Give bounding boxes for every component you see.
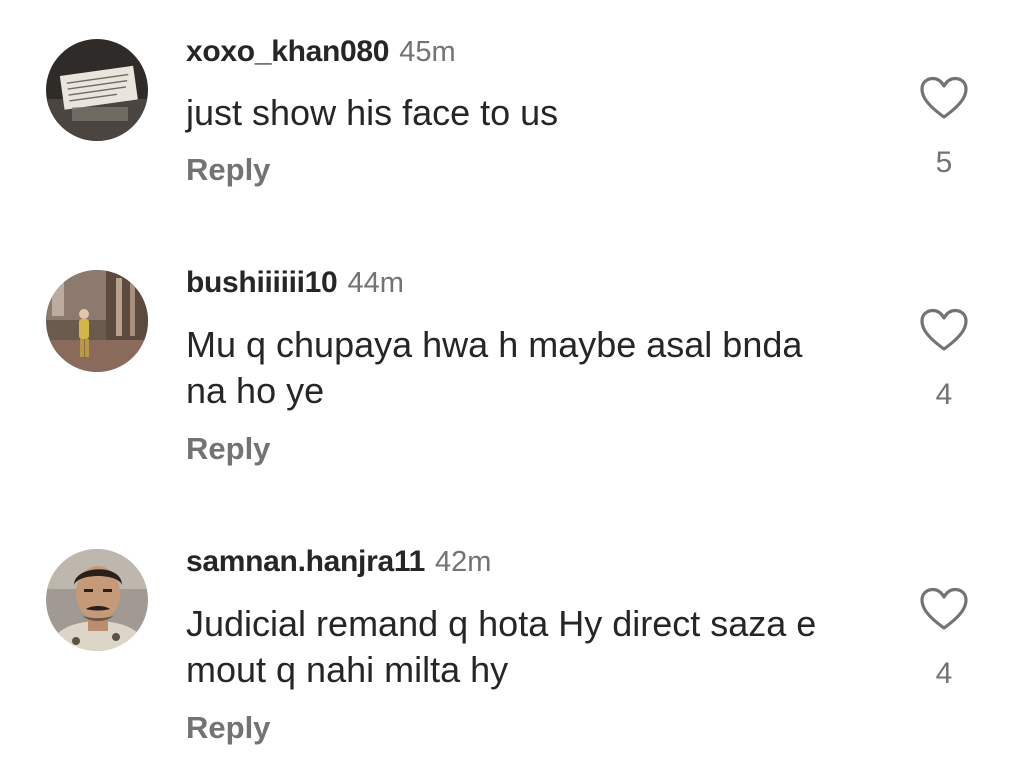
comment-text: just show his face to us (186, 92, 559, 133)
like-count: 4 (935, 378, 953, 411)
comment-header: xoxo_khan080 45m (186, 34, 456, 75)
avatar[interactable] (46, 39, 148, 141)
timestamp: 44m (347, 267, 404, 299)
avatar[interactable] (46, 549, 148, 651)
heart-outline-icon[interactable] (920, 308, 968, 352)
comment-header: bushiiiiii10 44m (186, 265, 404, 306)
timestamp: 45m (399, 36, 456, 68)
comment-text: Mu q chupaya hwa h maybe asal bnda na ho… (186, 324, 803, 411)
heart-outline-icon[interactable] (920, 76, 968, 120)
reply-button[interactable]: Reply (186, 431, 270, 467)
like-control: 4 (914, 587, 974, 691)
avatar-photo-man-mustache (46, 549, 148, 651)
timestamp: 42m (434, 546, 492, 578)
comment-text: Judicial remand q hota Hy direct saza e … (186, 603, 817, 690)
like-count: 5 (935, 146, 953, 179)
username[interactable]: bushiiiiii10 (186, 266, 338, 299)
heart-outline-icon[interactable] (920, 587, 968, 631)
username[interactable]: samnan.hanjra11 (186, 545, 425, 578)
reply-button[interactable]: Reply (186, 710, 270, 746)
avatar[interactable] (46, 270, 148, 372)
username[interactable]: xoxo_khan080 (186, 35, 389, 68)
like-count: 4 (935, 657, 953, 690)
like-control: 4 (914, 308, 974, 412)
avatar-photo-person-mall (46, 270, 148, 372)
like-control: 5 (914, 76, 974, 180)
reply-button[interactable]: Reply (186, 152, 270, 188)
avatar-photo-note-card (46, 39, 148, 141)
comment-header: samnan.hanjra11 42m (186, 544, 491, 585)
